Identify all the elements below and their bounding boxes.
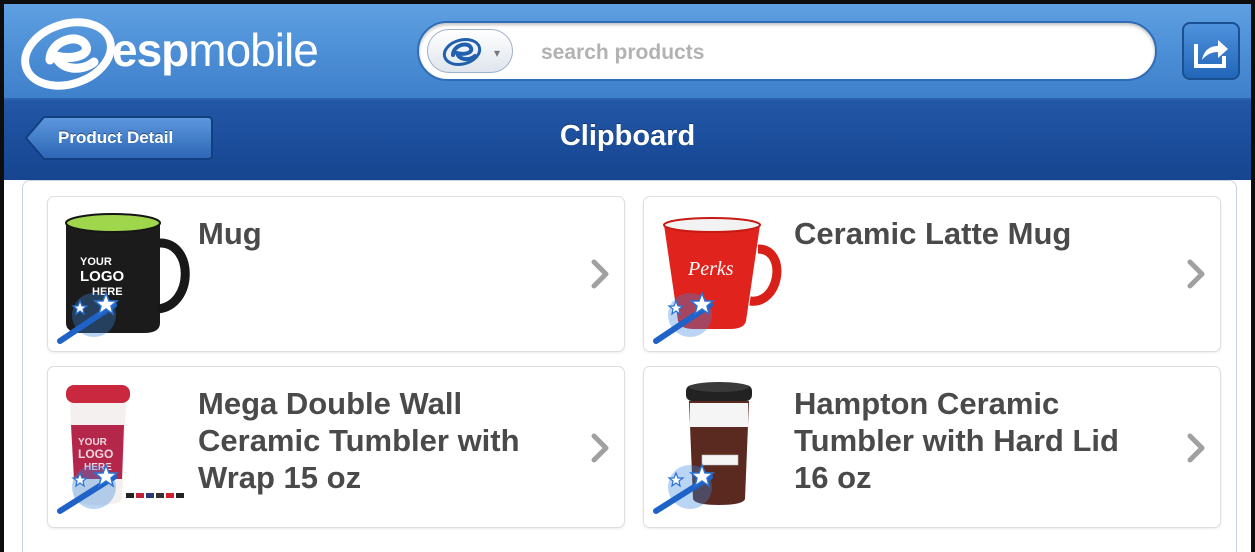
product-name: Ceramic Latte Mug (794, 216, 1072, 251)
navigation-bar: Product Detail Clipboard (4, 100, 1251, 180)
product-card[interactable]: YOUR LOGO HERE Mug (47, 196, 625, 352)
magic-wand-icon (653, 290, 716, 344)
svg-text:LOGO: LOGO (80, 268, 124, 285)
search-bar: ▾ (417, 21, 1157, 81)
product-card[interactable]: Perks Ceramic Latte Mug (643, 196, 1221, 352)
svg-text:Perks: Perks (687, 258, 734, 280)
search-e-icon (442, 38, 482, 66)
share-button[interactable] (1182, 22, 1240, 80)
svg-text:LOGO: LOGO (78, 447, 113, 461)
page-title: Clipboard (559, 120, 696, 152)
top-header: espmobile ▾ (4, 4, 1251, 100)
search-scope-button[interactable]: ▾ (427, 29, 513, 73)
esp-mobile-logo[interactable]: espmobile (20, 10, 340, 90)
product-name: Mega Double Wall Ceramic Tumbler with Wr… (198, 386, 520, 495)
product-thumbnail: YOUR LOGO HERE (57, 385, 184, 514)
product-card[interactable]: YOUR LOGO HERE Mega Double Wall Ceramic … (47, 366, 625, 528)
chevron-right-icon (1187, 433, 1205, 463)
product-thumbnail (653, 382, 752, 514)
esp-logo-icon (21, 18, 115, 90)
logo-text-light: mobile (188, 24, 319, 76)
chevron-down-icon: ▾ (494, 46, 501, 60)
product-thumbnail: Perks (653, 217, 782, 344)
chevron-right-icon (1187, 259, 1205, 289)
product-name: Hampton Ceramic Tumbler with Hard Lid 16… (794, 386, 1119, 495)
app-frame: espmobile ▾ search products Product Deta… (0, 0, 1255, 552)
search-input[interactable] (539, 35, 1123, 71)
share-icon (1194, 40, 1228, 68)
svg-text:YOUR: YOUR (80, 256, 112, 268)
product-name: Mug (198, 216, 262, 251)
chevron-right-icon (591, 259, 609, 289)
product-thumbnail: YOUR LOGO HERE (57, 213, 190, 344)
chevron-right-icon (591, 433, 609, 463)
clipboard-list: YOUR LOGO HERE Mug Perks Ceramic Latte M… (22, 180, 1237, 552)
logo-wordmark: espmobile (112, 23, 319, 77)
product-card[interactable]: Hampton Ceramic Tumbler with Hard Lid 16… (643, 366, 1221, 528)
logo-text-bold: esp (112, 24, 189, 76)
